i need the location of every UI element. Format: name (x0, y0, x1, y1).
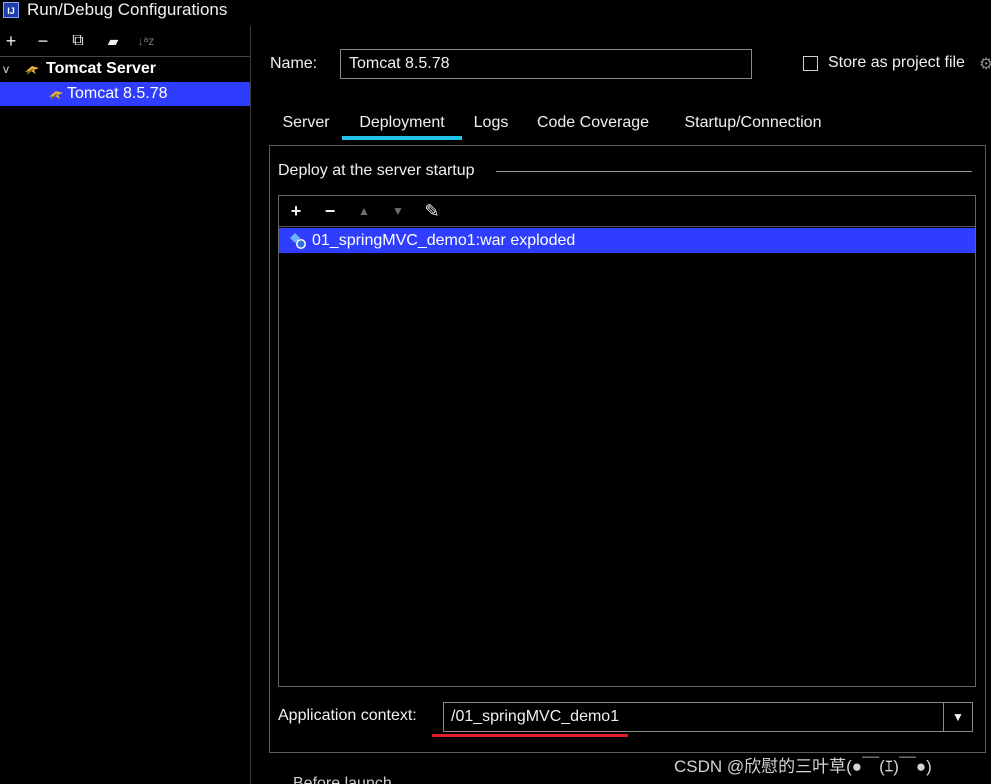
plus-icon[interactable]: + (0, 30, 22, 52)
app-icon: IJ (3, 2, 19, 18)
tab-logs[interactable]: Logs (463, 110, 519, 140)
tab-code-coverage[interactable]: Code Coverage (522, 110, 664, 140)
group-title-divider (496, 171, 972, 172)
move-down-icon[interactable]: ▼ (387, 200, 409, 222)
store-project-label: Store as project file (828, 54, 965, 71)
folder-add-icon[interactable]: ▰ (102, 30, 124, 52)
chevron-down-icon[interactable]: v (3, 57, 9, 81)
tab-startup-connection[interactable]: Startup/Connection (666, 110, 840, 140)
tree-category-label: Tomcat Server (46, 60, 156, 77)
app-context-value[interactable]: /01_springMVC_demo1 (451, 703, 619, 731)
gear-icon[interactable]: ⚙ (979, 54, 991, 74)
name-input[interactable]: Tomcat 8.5.78 (340, 49, 752, 79)
chevron-down-icon[interactable]: ▼ (944, 703, 972, 731)
annotation-underline (432, 734, 628, 737)
title-bar: IJ Run/Debug Configurations (0, 0, 991, 22)
list-toolbar-divider (279, 226, 975, 227)
watermark: CSDN @欣慰的三叶草(●￣(ｴ)￣●) (674, 757, 932, 776)
tomcat-icon (25, 66, 39, 75)
tab-server[interactable]: Server (270, 110, 342, 140)
panel-splitter[interactable] (250, 26, 251, 784)
group-title: Deploy at the server startup (278, 162, 475, 179)
copy-icon[interactable]: ⧉ (67, 30, 89, 52)
tomcat-icon (49, 91, 63, 100)
window-title: Run/Debug Configurations (27, 0, 228, 19)
before-launch-label: Before launch (293, 776, 392, 784)
war-exploded-icon (290, 233, 306, 249)
tab-deployment[interactable]: Deployment (342, 110, 462, 140)
app-context-label: Application context: (278, 707, 417, 724)
name-label: Name: (270, 55, 318, 72)
tree-item-tomcat[interactable]: Tomcat 8.5.78 (0, 82, 250, 106)
store-project-checkbox[interactable] (803, 56, 818, 71)
artifact-label: 01_springMVC_demo1:war exploded (312, 232, 576, 249)
tree-item-label: Tomcat 8.5.78 (67, 85, 168, 102)
minus-icon[interactable]: − (32, 30, 54, 52)
move-up-icon[interactable]: ▲ (353, 200, 375, 222)
remove-artifact-icon[interactable]: − (319, 200, 341, 222)
sort-icon[interactable]: ↓ᵃz (135, 30, 157, 52)
deploy-list (278, 195, 976, 687)
add-artifact-icon[interactable]: + (285, 200, 307, 222)
tree-category-tomcat-server[interactable]: v Tomcat Server (0, 57, 250, 81)
edit-artifact-icon[interactable]: ✎ (421, 200, 443, 222)
